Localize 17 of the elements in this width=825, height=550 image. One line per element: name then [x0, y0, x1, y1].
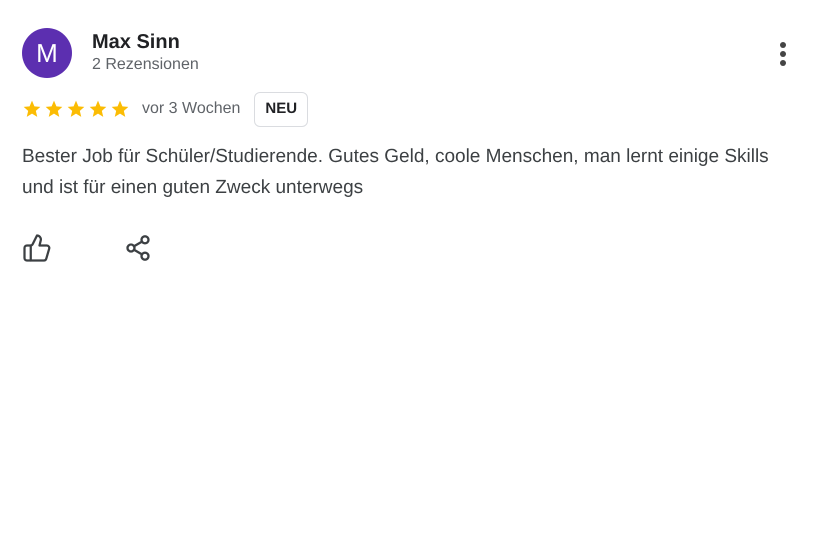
thumbs-up-icon	[22, 232, 52, 262]
review-time: vor 3 Wochen	[142, 99, 240, 120]
star-icon	[66, 99, 86, 120]
author-name[interactable]: Max Sinn	[92, 29, 199, 55]
review-count: 2 Rezensionen	[92, 55, 199, 75]
avatar: M	[22, 28, 72, 78]
star-icon	[22, 99, 42, 120]
star-icon	[110, 99, 130, 120]
share-button[interactable]	[124, 234, 152, 262]
more-options-button[interactable]	[780, 42, 786, 66]
new-badge: NEU	[254, 92, 308, 126]
share-icon	[124, 234, 152, 262]
star-icon	[88, 99, 108, 120]
more-options-icon	[780, 42, 786, 66]
star-icon	[44, 99, 64, 120]
like-button[interactable]	[22, 232, 52, 262]
review-text: Bester Job für Schüler/Studierende. Gutes Geld, coole Menschen, man lernt einige Skills und ist für einen guten Zweck unterwegs	[22, 144, 770, 200]
